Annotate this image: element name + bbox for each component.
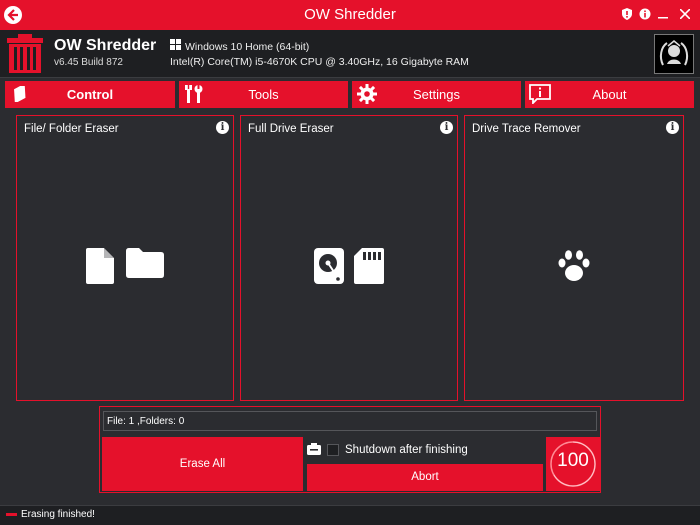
info-icon[interactable]: i <box>216 121 229 134</box>
tab-tools[interactable]: Tools <box>179 81 348 108</box>
title-bar: OW Shredder <box>0 0 700 30</box>
emblem-logo-icon <box>654 34 694 74</box>
progress-indicator: 100 <box>546 437 600 491</box>
erase-all-button[interactable]: Erase All <box>102 437 303 491</box>
status-text: Erasing finished! <box>21 509 95 520</box>
app-name: OW Shredder <box>54 37 157 54</box>
close-icon[interactable] <box>676 4 694 24</box>
app-version: v6.45 Build 872 <box>54 57 123 68</box>
info-icon[interactable]: i <box>440 121 453 134</box>
info-icon[interactable] <box>636 4 654 24</box>
info-icon[interactable]: i <box>666 121 679 134</box>
trash-logo-icon <box>6 34 44 74</box>
cpu-info: Intel(R) Core(TM) i5-4670K CPU @ 3.40GHz… <box>170 56 469 68</box>
shutdown-checkbox[interactable] <box>327 444 339 456</box>
shutdown-option[interactable]: Shutdown after finishing <box>307 439 468 461</box>
status-mark-icon <box>6 513 17 516</box>
shield-icon[interactable] <box>618 4 636 24</box>
window-title: OW Shredder <box>304 6 396 23</box>
hard-disk-icon <box>314 248 344 289</box>
tab-settings[interactable]: Settings <box>352 81 521 108</box>
drive-trace-remover-panel[interactable]: Drive Trace Remover i <box>464 115 684 401</box>
gear-icon <box>356 83 378 105</box>
file-count-info: File: 1 ,Folders: 0 <box>103 411 597 431</box>
progress-value: 100 <box>557 450 589 471</box>
tab-control[interactable]: Control <box>5 81 175 108</box>
tools-icon <box>183 83 205 105</box>
eraser-icon <box>9 83 31 105</box>
windows-icon <box>170 39 181 55</box>
status-bar: Erasing finished! <box>0 505 700 525</box>
info-message-icon <box>529 83 551 105</box>
os-info: Windows 10 Home (64-bit) <box>185 40 310 53</box>
full-drive-eraser-panel[interactable]: Full Drive Eraser i <box>240 115 458 401</box>
panel-title: Full Drive Eraser <box>248 123 334 135</box>
shutdown-icon <box>307 442 321 458</box>
tab-about[interactable]: About <box>525 81 694 108</box>
file-icon <box>86 248 116 289</box>
paw-icon <box>556 248 592 289</box>
file-folder-eraser-panel[interactable]: File/ Folder Eraser i <box>16 115 234 401</box>
system-info: Windows 10 Home (64-bit) Intel(R) Core(T… <box>170 39 469 70</box>
minimize-icon[interactable] <box>654 4 672 24</box>
panel-title: File/ Folder Eraser <box>24 123 119 135</box>
sd-card-icon <box>354 248 384 289</box>
panel-title: Drive Trace Remover <box>472 123 581 135</box>
shutdown-label: Shutdown after finishing <box>345 444 468 456</box>
app-header: OW Shredder v6.45 Build 872 Windows 10 H… <box>0 30 700 78</box>
abort-button[interactable]: Abort <box>307 464 543 491</box>
folder-icon <box>126 248 164 289</box>
erase-controls: File: 1 ,Folders: 0 Erase All Shutdown a… <box>99 406 601 493</box>
